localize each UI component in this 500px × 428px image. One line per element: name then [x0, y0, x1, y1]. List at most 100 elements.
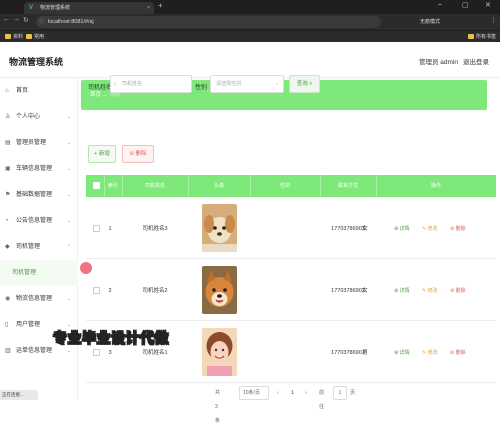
chevron-up-icon: ⌃	[66, 244, 71, 250]
back-icon[interactable]: ←	[3, 16, 10, 23]
breadcrumb-home[interactable]: 首页	[90, 92, 101, 98]
edit-button[interactable]: ✎ 修改	[422, 225, 438, 233]
row-checkbox[interactable]	[93, 287, 100, 294]
row-name: 司机姓名2	[142, 288, 168, 294]
driver-avatar[interactable]	[202, 328, 237, 376]
sidebar-item-label: 个人中心	[16, 114, 41, 120]
minimize-icon[interactable]: –	[438, 1, 442, 8]
chevron-down-icon: ⌄	[66, 166, 71, 172]
sidebar-item-admins[interactable]: ▤ 管理员管理 ⌄	[0, 130, 78, 156]
browser-menu-icon[interactable]: ⋮	[490, 16, 497, 24]
sidebar-item-announcements[interactable]: ◔ 公告信息管理 ⌄	[0, 208, 78, 234]
sidebar-item-basic-data[interactable]: ⚑ 基础数据管理 ⌄	[0, 182, 78, 208]
tab-close-icon[interactable]: ×	[147, 2, 150, 14]
site-info-icon[interactable]: ⓘ	[39, 16, 45, 28]
search-button[interactable]: 查询 ⌕	[289, 75, 320, 93]
row-phone: 17703786901	[331, 350, 365, 356]
incognito-label[interactable]: 无痕模式	[420, 18, 440, 25]
edit-button[interactable]: ✎ 修改	[422, 349, 438, 357]
sidebar-item-home[interactable]: ⌂ 首页	[0, 78, 78, 104]
select-all-checkbox[interactable]	[93, 182, 100, 189]
location-icon: ◉	[5, 296, 11, 302]
gender-select[interactable]: 请选择性别 ⌄	[210, 75, 284, 93]
gender-placeholder: 请选择性别	[216, 81, 242, 87]
delete-button[interactable]: ⊘ 删除	[450, 225, 466, 233]
sidebar-item-label: 公告信息管理	[16, 218, 53, 224]
url-text: localhost:8081/#/sj	[48, 19, 94, 25]
page-unit-label: 页	[350, 390, 356, 396]
gender-label: 性别	[195, 85, 208, 91]
row-checkbox[interactable]	[93, 349, 100, 356]
driver-name-input[interactable]: ⌕ 司机姓名	[110, 75, 192, 93]
sidebar-item-drivers[interactable]: ◆ 司机管理 ⌃	[0, 234, 78, 260]
bulk-delete-button[interactable]: ⊘ 删除	[122, 145, 154, 163]
cursor-highlight	[80, 262, 92, 274]
page-number[interactable]: 1	[291, 386, 294, 400]
delete-button[interactable]: ⊘ 删除	[450, 287, 466, 295]
table-row: 1 司机姓名3 女 17703786903 ⊕ 详情 ✎ 修改 ⊘ 删除	[86, 199, 496, 259]
flag-icon: ⚑	[5, 192, 11, 198]
bookmark-label: 常用	[34, 34, 45, 40]
new-tab-icon[interactable]: +	[158, 1, 163, 10]
maximize-icon[interactable]: ▢	[462, 1, 469, 9]
detail-button[interactable]: ⊕ 详情	[394, 287, 410, 295]
driver-avatar[interactable]	[202, 204, 237, 252]
add-button[interactable]: + 新增	[88, 145, 116, 163]
goto-page-input[interactable]: 1	[333, 386, 347, 400]
bookmark-label: 所有书签	[476, 34, 497, 40]
shiba-photo-icon	[202, 266, 237, 314]
megaphone-icon: ◔	[5, 218, 9, 224]
driver-name-placeholder: 司机姓名	[122, 81, 143, 87]
delete-button[interactable]: ⊘ 删除	[450, 349, 466, 357]
app-title: 物流管理系统	[9, 57, 64, 67]
row-index: 1	[108, 226, 112, 232]
page-size-select[interactable]: 10条/页	[239, 386, 269, 400]
col-name: 司机姓名	[144, 183, 165, 189]
bookmarks-bar: 资料 常用 所有书签	[0, 30, 500, 42]
phone-icon: ▯	[5, 322, 9, 328]
sidebar-item-label: 用户管理	[16, 322, 41, 328]
vue-logo-icon: V	[29, 5, 34, 11]
logout-link[interactable]: 退出登录	[463, 56, 489, 66]
driver-avatar[interactable]	[202, 266, 237, 314]
printer-icon: ▥	[5, 348, 11, 354]
sidebar-item-label: 管理员管理	[16, 140, 47, 146]
sidebar-item-logistics[interactable]: ◉ 物流信息管理 ⌄	[0, 286, 78, 312]
browser-tab[interactable]: V 物流管理系统 ×	[24, 2, 154, 14]
next-page-icon[interactable]: ›	[305, 386, 307, 400]
chevron-down-icon: ⌄	[274, 81, 279, 87]
watermark-text: 专业毕业设计代做	[53, 330, 169, 347]
close-window-icon[interactable]: ✕	[485, 1, 491, 9]
sidebar-item-label: 车辆信息管理	[16, 166, 53, 172]
edit-button[interactable]: ✎ 修改	[422, 287, 438, 295]
puppy-photo-icon	[202, 204, 237, 252]
driver-name-label: 司机姓名	[88, 85, 113, 91]
sidebar-item-vehicles[interactable]: ▣ 车辆信息管理 ⌄	[0, 156, 78, 182]
chevron-down-icon: ⌄	[66, 114, 71, 120]
col-actions: 操作	[430, 183, 441, 189]
breadcrumb-separator: →	[102, 92, 109, 98]
detail-button[interactable]: ⊕ 详情	[394, 225, 410, 233]
tab-title: 物流管理系统	[40, 5, 71, 11]
browser-tabstrip: V 物流管理系统 × + – ▢ ✕	[0, 0, 500, 14]
address-bar[interactable]: ⓘ localhost:8081/#/sj	[36, 16, 381, 28]
forward-icon[interactable]: →	[13, 16, 20, 23]
reload-icon[interactable]: ↻	[23, 16, 29, 24]
sidebar-item-label: 首页	[16, 88, 29, 94]
sidebar-subitem-driver-management[interactable]: 司机管理	[0, 260, 78, 286]
sidebar: ⌂ 首页 ♙ 个人中心 ⌄ ▤ 管理员管理 ⌄ ▣ 车辆信息管理 ⌄ ⚑ 基础数…	[0, 78, 78, 400]
bookmark-label: 资料	[13, 34, 24, 40]
prev-page-icon[interactable]: ‹	[277, 386, 279, 400]
sidebar-item-label: 基础数据管理	[16, 192, 53, 198]
row-checkbox[interactable]	[93, 225, 100, 232]
detail-button[interactable]: ⊕ 详情	[394, 349, 410, 357]
bookmark-folder[interactable]: 常用	[26, 33, 44, 41]
user-info: 管理员 admin	[419, 59, 459, 66]
row-name: 司机姓名3	[142, 226, 168, 232]
bell-icon: ◆	[5, 244, 10, 250]
col-contact: 联系方式	[337, 183, 358, 189]
sidebar-item-profile[interactable]: ♙ 个人中心 ⌄	[0, 104, 78, 130]
bookmark-folder[interactable]: 资料	[5, 33, 23, 41]
other-bookmarks[interactable]: 所有书签	[468, 33, 496, 41]
browser-toolbar: ← → ↻ ⓘ localhost:8081/#/sj 无痕模式 ⋮	[0, 14, 500, 30]
